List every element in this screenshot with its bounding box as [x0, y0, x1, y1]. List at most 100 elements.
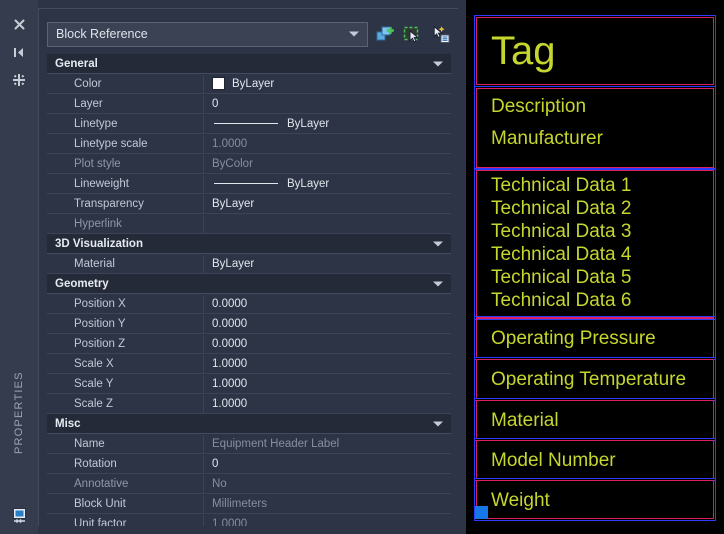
property-value-rotation[interactable]: 0 [204, 455, 451, 473]
block-text: Technical Data 4 [491, 244, 632, 265]
object-type-combo[interactable]: Block Reference [47, 21, 369, 47]
object-type-label: Block Reference [56, 27, 148, 41]
property-value-text: 0 [212, 457, 219, 470]
section-header-general[interactable]: General [47, 54, 451, 74]
property-row-transparency: Transparency ByLayer [47, 194, 451, 214]
property-label: Name [47, 434, 204, 453]
chevron-down-icon [433, 61, 443, 66]
operating-pressure-block[interactable]: Operating Pressure [474, 316, 716, 360]
property-row-position-x: Position X 0.0000 [47, 294, 451, 314]
block-text: Manufacturer [491, 128, 603, 149]
description-block[interactable]: Description Manufacturer [474, 86, 716, 170]
block-text: Operating Pressure [491, 328, 656, 349]
property-row-scale-x: Scale X 1.0000 [47, 354, 451, 374]
section-header-geometry[interactable]: Geometry [47, 274, 451, 294]
property-row-lineweight: Lineweight ByLayer [47, 174, 451, 194]
property-value-text: 0.0000 [212, 337, 248, 350]
technical-data-block[interactable]: Technical Data 1 Technical Data 2 Technica… [474, 168, 716, 320]
property-value-color[interactable]: ByLayer [204, 75, 451, 93]
section-header-misc[interactable]: Misc [47, 414, 451, 434]
material-block[interactable]: Material [474, 398, 716, 441]
property-value-unit-factor[interactable]: 1.0000 [204, 515, 451, 527]
operating-temperature-block[interactable]: Operating Temperature [474, 357, 716, 401]
property-value-name[interactable]: Equipment Header Label [204, 435, 451, 453]
property-value-text: No [212, 477, 227, 490]
palette-toolbar: Block Reference [47, 21, 451, 47]
property-label: Scale Y [47, 374, 204, 393]
property-value-text: ByLayer [232, 77, 275, 90]
property-value-linetype[interactable]: ByLayer [204, 115, 451, 133]
block-text: Technical Data 6 [491, 290, 632, 311]
property-value-position-x[interactable]: 0.0000 [204, 295, 451, 313]
property-label: Linetype scale [47, 134, 204, 153]
model-number-block[interactable]: Model Number [474, 438, 716, 481]
property-value-lineweight[interactable]: ByLayer [204, 175, 451, 193]
property-row-scale-z: Scale Z 1.0000 [47, 394, 451, 414]
select-objects-button[interactable] [402, 23, 424, 45]
property-value-layer[interactable]: 0 [204, 95, 451, 113]
property-value-material[interactable]: ByLayer [204, 255, 451, 273]
property-value-plot-style[interactable]: ByColor [204, 155, 451, 173]
property-row-material: Material ByLayer [47, 254, 451, 274]
property-label: Scale X [47, 354, 204, 373]
section-title: Geometry [55, 277, 109, 290]
property-value-text: ByLayer [212, 197, 255, 210]
close-icon[interactable] [11, 16, 27, 32]
property-label: Scale Z [47, 394, 204, 413]
property-value-text: 0 [212, 97, 219, 110]
section-title: Misc [55, 417, 81, 430]
property-label: Position X [47, 294, 204, 313]
linetype-preview-icon [214, 183, 278, 184]
block-text: Operating Temperature [491, 369, 687, 390]
property-label: Rotation [47, 454, 204, 473]
property-value-text: ByLayer [287, 117, 330, 130]
property-value-position-y[interactable]: 0.0000 [204, 315, 451, 333]
property-row-linetype: Linetype ByLayer [47, 114, 451, 134]
property-value-text: 0.0000 [212, 317, 248, 330]
properties-palette: PROPERTIES Block Reference General Color… [0, 0, 466, 534]
property-label: Position Y [47, 314, 204, 333]
tag-block[interactable]: Tag [474, 15, 716, 87]
property-value-position-z[interactable]: 0.0000 [204, 335, 451, 353]
palette-body: Block Reference General Color ByLayer La… [38, 8, 458, 526]
palette-gutter-icons [0, 16, 38, 88]
chevron-down-icon [433, 281, 443, 286]
property-row-name: Name Equipment Header Label [47, 434, 451, 454]
property-row-block-unit: Block Unit Millimeters [47, 494, 451, 514]
quick-select-list-button[interactable] [429, 23, 451, 45]
palette-properties-icon[interactable] [11, 72, 27, 88]
property-label: Color [47, 74, 204, 93]
property-row-position-y: Position Y 0.0000 [47, 314, 451, 334]
properties-panel-icon[interactable] [11, 507, 28, 524]
property-label: Unit factor [47, 514, 204, 526]
property-value-scale-z[interactable]: 1.0000 [204, 395, 451, 413]
property-value-scale-x[interactable]: 1.0000 [204, 355, 451, 373]
block-text: Technical Data 3 [491, 221, 632, 242]
property-row-linetype-scale: Linetype scale 1.0000 [47, 134, 451, 154]
property-value-scale-y[interactable]: 1.0000 [204, 375, 451, 393]
selection-grip[interactable] [475, 506, 488, 519]
auto-hide-icon[interactable] [11, 44, 27, 60]
property-value-annotative[interactable]: No [204, 475, 451, 493]
property-row-hyperlink: Hyperlink [47, 214, 451, 234]
property-value-text: 1.0000 [212, 357, 248, 370]
section-header-3d-visualization[interactable]: 3D Visualization [47, 234, 451, 254]
property-label: Block Unit [47, 494, 204, 513]
property-value-transparency[interactable]: ByLayer [204, 195, 451, 213]
property-value-block-unit[interactable]: Millimeters [204, 495, 451, 513]
property-label: Linetype [47, 114, 204, 133]
property-row-unit-factor: Unit factor 1.0000 [47, 514, 451, 526]
property-row-annotative: Annotative No [47, 474, 451, 494]
property-value-text: 1.0000 [212, 137, 248, 150]
property-value-linetype-scale[interactable]: 1.0000 [204, 135, 451, 153]
drawing-canvas[interactable]: Tag Description Manufacturer Technical Data… [466, 0, 724, 534]
weight-block[interactable]: Weight [474, 478, 716, 521]
property-row-layer: Layer 0 [47, 94, 451, 114]
property-row-color: Color ByLayer [47, 74, 451, 94]
quick-select-toggle-button[interactable] [374, 23, 396, 45]
color-swatch-icon [212, 77, 225, 90]
property-row-position-z: Position Z 0.0000 [47, 334, 451, 354]
block-text: Model Number [491, 450, 616, 471]
linetype-preview-icon [214, 123, 278, 124]
chevron-down-icon [349, 31, 360, 37]
